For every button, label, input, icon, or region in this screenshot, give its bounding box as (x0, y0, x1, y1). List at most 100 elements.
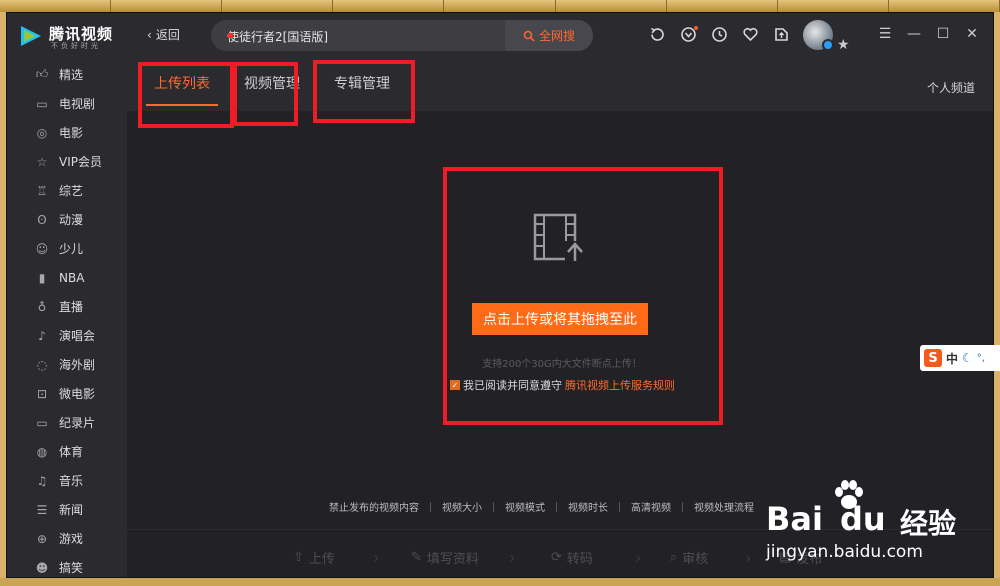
watermark-url: jingyan.baidu.com (766, 542, 923, 562)
sidebar-item[interactable]: ◌ 海外剧 (7, 350, 127, 379)
basketball-icon: ◍ (36, 444, 48, 459)
upload-arrow-icon: ⇧ (293, 550, 304, 565)
sidebar-item[interactable]: ʘ 动漫 (7, 205, 127, 234)
watch-history-button[interactable] (710, 25, 729, 44)
sidebar-item[interactable]: ♫ 音乐 (7, 466, 127, 495)
search-input[interactable]: 使徒行者2[国语版] (227, 28, 328, 45)
close-icon[interactable]: ✕ (965, 25, 979, 43)
taskbar-button[interactable] (777, 0, 889, 12)
taskbar-button[interactable] (0, 0, 112, 12)
agree-checkbox[interactable]: ✓ (450, 380, 460, 390)
sidebar: 👍︎ 精选 ▭ 电视剧 ◎ 电影 ☆ VIP会员 ♖ 综艺 ʘ 动漫 ☺ 少儿 ▮ NBA ♁ 直播 ♪ 演唱会 ◌ 海外… (7, 59, 127, 577)
tab-video-manage[interactable]: 视频管理 (244, 73, 300, 93)
chevron-right-icon: › (509, 548, 516, 567)
app-logo[interactable]: 腾讯视频 不负好时光 (17, 21, 127, 51)
sidebar-item-label: 音乐 (59, 474, 84, 488)
header-toolbar (648, 25, 791, 44)
vip-star-icon: ☆ (36, 154, 48, 169)
sidebar-item[interactable]: ☰ 新闻 (7, 495, 127, 524)
step-fill-info: ✎ 填写资料 (411, 550, 479, 567)
chevron-right-icon: › (745, 548, 752, 567)
footer-link[interactable]: 视频模式 (505, 499, 545, 514)
sidebar-item-label: 海外剧 (59, 358, 96, 372)
search-icon: ⌕ (670, 550, 678, 565)
maximize-icon[interactable]: ☐ (936, 25, 950, 43)
sidebar-item-label: VIP会员 (59, 155, 102, 169)
chevron-right-icon: › (373, 548, 380, 567)
heart-icon (743, 27, 758, 42)
sidebar-item[interactable]: 👍︎ 精选 (7, 60, 127, 89)
sidebar-item[interactable]: ▮ NBA (7, 263, 127, 292)
taskbar-button[interactable] (111, 0, 223, 12)
tv-icon: ▭ (36, 96, 48, 111)
upload-button[interactable] (772, 25, 791, 44)
back-button[interactable]: ‹ 返回 (147, 26, 180, 43)
taskbar-button[interactable] (666, 0, 778, 12)
history-button[interactable] (648, 25, 667, 44)
footer-link[interactable]: 高清视频 (631, 499, 671, 514)
tab-bar: 上传列表 视频管理 专辑管理 个人频道 (127, 59, 993, 111)
microphone-icon: ♁ (37, 299, 47, 314)
punctuation-icon: °, (976, 352, 985, 364)
notification-dot (694, 26, 698, 30)
sidebar-item[interactable]: ◎ 电影 (7, 118, 127, 147)
service-rules-link[interactable]: 腾讯视频上传服务规则 (565, 377, 675, 393)
pencil-icon: ✎ (411, 550, 422, 565)
footer-link[interactable]: 禁止发布的视频内容 (329, 499, 419, 514)
watermark-brand-bai: Bai (766, 500, 823, 538)
footer-link[interactable]: 视频大小 (442, 499, 482, 514)
sidebar-item[interactable]: ☺ 少儿 (7, 234, 127, 263)
app-header: 腾讯视频 不负好时光 ‹ 返回 使徒行者2[国语版] 全网搜 ★ ☰ — ☐ ✕ (7, 13, 993, 59)
vip-button[interactable] (679, 25, 698, 44)
favorites-button[interactable] (741, 25, 760, 44)
menu-icon[interactable]: ☰ (878, 25, 892, 43)
vip-level-icon[interactable]: ★ (837, 37, 850, 53)
upload-button-main[interactable]: 点击上传或将其拖拽至此 (472, 303, 648, 335)
top-taskbar (0, 0, 1000, 12)
footer-link[interactable]: 视频时长 (568, 499, 608, 514)
sidebar-item[interactable]: ⊡ 微电影 (7, 379, 127, 408)
sidebar-item[interactable]: ☻ 搞笑 (7, 553, 127, 577)
sidebar-item[interactable]: ♁ 直播 (7, 292, 127, 321)
tab-album-manage[interactable]: 专辑管理 (334, 73, 390, 93)
taskbar-button[interactable] (333, 0, 445, 12)
film-upload-icon (533, 213, 585, 261)
upload-doc-icon (775, 28, 788, 41)
step-review: ⌕ 审核 (670, 550, 709, 567)
sidebar-item-label: 游戏 (59, 532, 84, 546)
music-note-icon: ♫ (36, 473, 48, 488)
sidebar-item-label: 直播 (59, 300, 84, 314)
tab-upload-list[interactable]: 上传列表 (154, 73, 210, 93)
sidebar-item-label: 微电影 (59, 387, 96, 401)
sidebar-item[interactable]: ♖ 综艺 (7, 176, 127, 205)
screen: 腾讯视频 不负好时光 ‹ 返回 使徒行者2[国语版] 全网搜 ★ ☰ — ☐ ✕… (0, 0, 1000, 586)
footer-link[interactable]: 视频处理流程 (694, 499, 754, 514)
taskbar-button[interactable] (888, 0, 1000, 12)
agree-text: 我已阅读并同意遵守 (463, 379, 562, 392)
search-button[interactable]: 全网搜 (505, 20, 593, 51)
taskbar-button[interactable] (222, 0, 334, 12)
camera-icon: ⊡ (36, 386, 48, 401)
nba-icon: ▮ (38, 270, 46, 285)
divider (682, 501, 683, 512)
taskbar-button[interactable] (444, 0, 556, 12)
sidebar-item[interactable]: ☆ VIP会员 (7, 147, 127, 176)
ime-indicator[interactable]: S 中 ☾ °, (920, 345, 1000, 371)
concert-mic-icon: ♪ (38, 328, 46, 343)
step-upload: ⇧ 上传 (293, 550, 335, 567)
sidebar-item[interactable]: ▭ 纪录片 (7, 408, 127, 437)
sidebar-item[interactable]: ⊕ 游戏 (7, 524, 127, 553)
personal-channel-link[interactable]: 个人频道 (927, 79, 975, 96)
minimize-icon[interactable]: — (907, 25, 921, 43)
logo-play-icon (21, 26, 41, 46)
search-button-label: 全网搜 (538, 29, 575, 43)
sidebar-item[interactable]: ▭ 电视剧 (7, 89, 127, 118)
baidu-watermark: Bai du 经验 jingyan.baidu.com (752, 480, 992, 580)
active-tab-indicator (146, 104, 218, 106)
sidebar-item[interactable]: ♪ 演唱会 (7, 321, 127, 350)
taskbar-button[interactable] (555, 0, 667, 12)
search-bar[interactable]: 使徒行者2[国语版] 全网搜 (211, 20, 593, 51)
sidebar-item-label: 新闻 (59, 503, 84, 517)
clock-icon (712, 27, 727, 42)
sidebar-item[interactable]: ◍ 体育 (7, 437, 127, 466)
